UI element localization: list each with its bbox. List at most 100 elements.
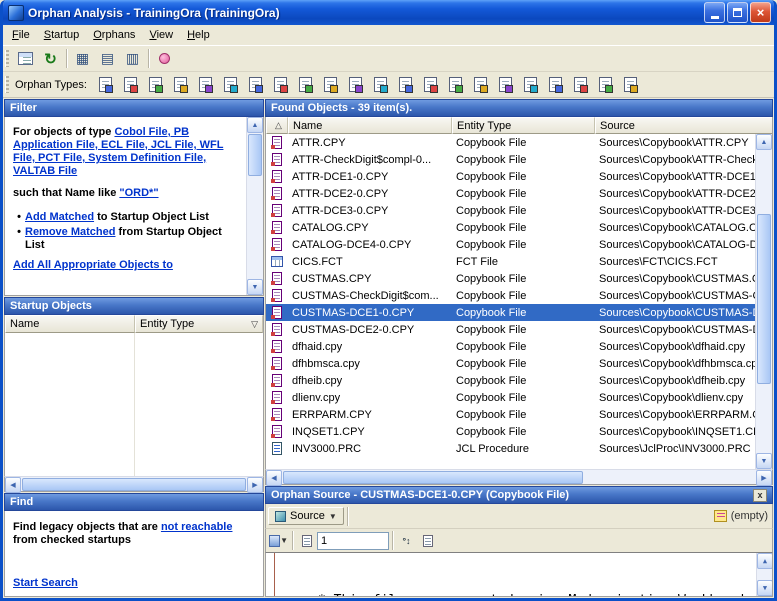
orphan-type-icon[interactable] xyxy=(443,74,468,96)
menu-file[interactable]: File xyxy=(5,26,37,44)
column-header-source[interactable]: Source xyxy=(595,117,772,134)
filter-name-pattern-link[interactable]: "ORD*" xyxy=(119,187,158,199)
table-row[interactable]: ATTR-DCE2-0.CPY Copybook File Sources\Co… xyxy=(266,185,755,202)
scroll-right-icon[interactable] xyxy=(756,470,772,486)
notes-icon[interactable] xyxy=(714,510,727,522)
table-row-selected[interactable]: CUSTMAS-DCE1-0.CPY Copybook File Sources… xyxy=(266,304,755,321)
table-row[interactable]: CUSTMAS.CPY Copybook File Sources\Copybo… xyxy=(266,270,755,287)
column-header-name[interactable]: Name xyxy=(5,315,135,333)
menu-orphans[interactable]: Orphans xyxy=(86,26,142,44)
close-button[interactable]: × xyxy=(750,2,771,23)
orphan-type-icon[interactable] xyxy=(593,74,618,96)
table-row[interactable]: CICS.FCT FCT File Sources\FCT\CICS.FCT xyxy=(266,253,755,270)
minimize-button[interactable] xyxy=(704,2,725,23)
scroll-down-icon[interactable] xyxy=(757,580,773,596)
orphan-type-icon[interactable] xyxy=(468,74,493,96)
scroll-up-icon[interactable] xyxy=(757,553,773,569)
found-horizontal-scrollbar[interactable] xyxy=(265,469,773,485)
scroll-left-icon[interactable] xyxy=(266,470,282,486)
table-row[interactable]: dfhaid.cpy Copybook File Sources\Copyboo… xyxy=(266,338,755,355)
scroll-right-icon[interactable] xyxy=(247,477,263,493)
startup-horizontal-scrollbar[interactable] xyxy=(4,476,264,492)
wizard-icon[interactable] xyxy=(152,47,177,70)
found-vertical-scrollbar[interactable] xyxy=(755,134,772,469)
add-matched-link[interactable]: Add Matched xyxy=(25,211,94,223)
rows-view-icon[interactable] xyxy=(95,47,120,70)
table-row[interactable]: ATTR-CheckDigit$compl-0... Copybook File… xyxy=(266,151,755,168)
orphan-type-icon[interactable] xyxy=(543,74,568,96)
orphan-type-icon[interactable] xyxy=(493,74,518,96)
scroll-up-icon[interactable] xyxy=(247,117,263,133)
orphan-type-icon[interactable] xyxy=(218,74,243,96)
orphan-type-icon[interactable] xyxy=(143,74,168,96)
scrollbar-thumb[interactable] xyxy=(22,478,246,491)
orphan-type-icon[interactable] xyxy=(518,74,543,96)
table-row[interactable]: INQSET1.CPY Copybook File Sources\Copybo… xyxy=(266,423,755,440)
menu-view[interactable]: View xyxy=(142,26,180,44)
table-view-icon[interactable] xyxy=(70,47,95,70)
table-row[interactable]: dfhbmsca.cpy Copybook File Sources\Copyb… xyxy=(266,355,755,372)
scrollbar-thumb[interactable] xyxy=(248,134,262,176)
column-header-entity-type[interactable]: Entity Type xyxy=(452,117,595,134)
table-row[interactable]: dfheib.cpy Copybook File Sources\Copyboo… xyxy=(266,372,755,389)
open-document-icon[interactable] xyxy=(417,531,438,550)
scroll-down-icon[interactable] xyxy=(756,453,772,469)
orphan-type-icon[interactable] xyxy=(318,74,343,96)
table-row[interactable]: dlienv.cpy Copybook File Sources\Copyboo… xyxy=(266,389,755,406)
columns-view-icon[interactable] xyxy=(120,47,145,70)
panel-close-icon[interactable]: x xyxy=(753,489,767,502)
orphan-type-icon[interactable] xyxy=(343,74,368,96)
source-dropdown-button[interactable]: Source ▼ xyxy=(268,507,344,525)
scroll-left-icon[interactable] xyxy=(5,477,21,493)
start-search-link[interactable]: Start Search xyxy=(13,577,78,589)
remove-matched-link[interactable]: Remove Matched xyxy=(25,226,115,238)
column-header-entity-type[interactable]: Entity Type▽ xyxy=(135,315,263,333)
source-vertical-scrollbar[interactable] xyxy=(756,553,772,596)
menu-startup[interactable]: Startup xyxy=(37,26,86,44)
find-description: Find legacy objects that are not reachab… xyxy=(5,511,263,547)
orphan-type-icon[interactable] xyxy=(93,74,118,96)
go-to-line-icon[interactable] xyxy=(296,531,317,550)
table-row[interactable]: CATALOG.CPY Copybook File Sources\Copybo… xyxy=(266,219,755,236)
orphan-type-icon[interactable] xyxy=(368,74,393,96)
table-row[interactable]: ATTR.CPY Copybook File Sources\Copybook\… xyxy=(266,134,755,151)
table-row[interactable]: ATTR-DCE3-0.CPY Copybook File Sources\Co… xyxy=(266,202,755,219)
scroll-down-icon[interactable] xyxy=(247,279,263,295)
orphan-type-icon[interactable] xyxy=(418,74,443,96)
filter-vertical-scrollbar[interactable] xyxy=(246,117,263,295)
startup-objects-list[interactable] xyxy=(4,333,264,476)
orphan-type-icon[interactable] xyxy=(293,74,318,96)
toolbar-gripper[interactable] xyxy=(5,76,9,93)
column-header-name[interactable]: Name xyxy=(288,117,452,134)
menu-help[interactable]: Help xyxy=(180,26,217,44)
table-row[interactable]: ERRPARM.CPY Copybook File Sources\Copybo… xyxy=(266,406,755,423)
orphan-type-icon[interactable] xyxy=(168,74,193,96)
source-code-view[interactable]: * This file was generated using Moderniz… xyxy=(265,552,773,597)
toolbar-gripper[interactable] xyxy=(5,50,9,67)
orphan-type-icon[interactable] xyxy=(118,74,143,96)
table-row[interactable]: CATALOG-DCE4-0.CPY Copybook File Sources… xyxy=(266,236,755,253)
orphan-source-panel: Orphan Source - CUSTMAS-DCE1-0.CPY (Copy… xyxy=(265,486,773,597)
column-header-sort[interactable]: △ xyxy=(266,117,288,134)
table-row[interactable]: ATTR-DCE1-0.CPY Copybook File Sources\Co… xyxy=(266,168,755,185)
scrollbar-thumb[interactable] xyxy=(757,214,771,384)
orphan-type-icon[interactable] xyxy=(193,74,218,96)
workspace-icon[interactable] xyxy=(13,47,38,70)
table-row[interactable]: CUSTMAS-DCE2-0.CPY Copybook File Sources… xyxy=(266,321,755,338)
scrollbar-thumb[interactable] xyxy=(283,471,583,484)
orphan-type-icon[interactable] xyxy=(268,74,293,96)
char-ruler-icon[interactable]: °↕ xyxy=(396,531,417,550)
line-number-input[interactable] xyxy=(317,532,389,550)
refresh-icon[interactable] xyxy=(38,47,63,70)
add-all-appropriate-link[interactable]: Add All Appropriate Objects to xyxy=(13,259,173,271)
orphan-type-icon[interactable] xyxy=(243,74,268,96)
table-row[interactable]: INV3000.PRC JCL Procedure Sources\JclPro… xyxy=(266,440,755,457)
view-select-icon[interactable]: ▼ xyxy=(268,531,289,550)
orphan-type-icon[interactable] xyxy=(618,74,643,96)
scroll-up-icon[interactable] xyxy=(756,134,772,150)
table-row[interactable]: CUSTMAS-CheckDigit$com... Copybook File … xyxy=(266,287,755,304)
orphan-type-icon[interactable] xyxy=(393,74,418,96)
not-reachable-link[interactable]: not reachable xyxy=(161,521,233,533)
orphan-type-icon[interactable] xyxy=(568,74,593,96)
maximize-button[interactable] xyxy=(727,2,748,23)
